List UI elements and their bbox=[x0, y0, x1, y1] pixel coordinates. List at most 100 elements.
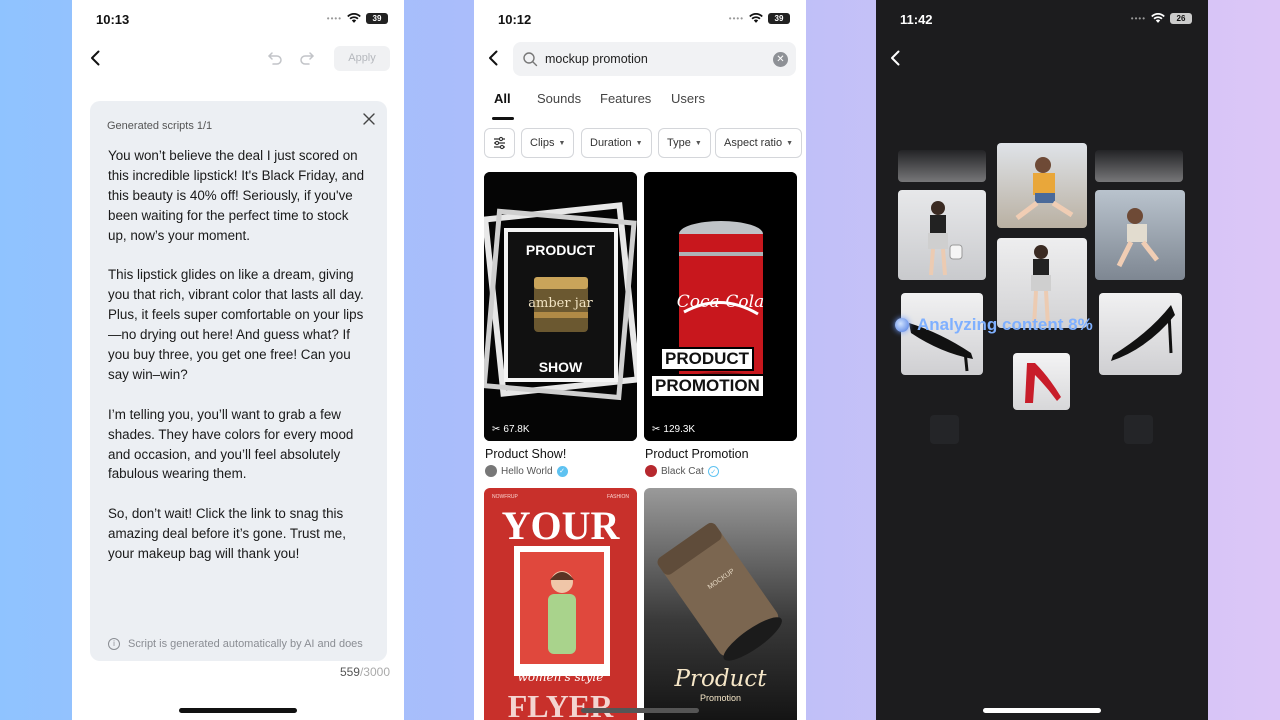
script-paragraph: You won’t believe the deal I just scored… bbox=[108, 148, 365, 243]
undo-icon[interactable] bbox=[267, 50, 283, 66]
redo-icon[interactable] bbox=[299, 50, 315, 66]
photo-thumbnail-art bbox=[1025, 363, 1061, 403]
photo-thumbnail-art bbox=[1015, 157, 1074, 220]
caret-down-icon: ▼ bbox=[558, 140, 566, 147]
thumb-can-label: Coca-Cola bbox=[676, 292, 765, 312]
disclaimer-text: Script is generated automatically by AI … bbox=[128, 638, 363, 650]
apply-button[interactable]: Apply bbox=[334, 46, 390, 71]
thumb-headline: YOUR bbox=[501, 503, 620, 548]
info-icon: i bbox=[108, 638, 120, 650]
battery-icon: 39 bbox=[366, 13, 388, 24]
usage-count-value: 129.3K bbox=[663, 424, 696, 435]
template-title: Product Show! bbox=[485, 447, 567, 461]
scissors-icon: ✂ bbox=[492, 424, 501, 435]
template-thumbnail: PRODUCT amber jar SHOW ✂ 67.8K bbox=[484, 172, 637, 441]
template-author: Black Cat ✓ bbox=[645, 465, 719, 477]
status-bar: 10:12 •••• 39 bbox=[474, 0, 806, 40]
ai-disclaimer: i Script is generated automatically by A… bbox=[108, 638, 363, 650]
filter-aspect-ratio[interactable]: Aspect ratio ▼ bbox=[715, 128, 803, 158]
tab-sounds[interactable]: Sounds bbox=[537, 91, 581, 106]
scissors-icon: ✂ bbox=[652, 424, 661, 435]
analyzing-screen: 11:42 •••• 26 Analyzing content 8% bbox=[876, 0, 1208, 720]
search-input[interactable]: mockup promotion ✕ bbox=[513, 42, 796, 76]
thumb-tiny-left: NOWFRUP bbox=[492, 494, 518, 500]
filter-duration[interactable]: Duration ▼ bbox=[581, 128, 652, 158]
status-time: 10:13 bbox=[96, 12, 130, 27]
photo-thumbnail bbox=[1124, 415, 1153, 444]
script-text[interactable]: You won’t believe the deal I just scored… bbox=[108, 146, 370, 584]
photo-thumbnail bbox=[898, 190, 986, 280]
avatar bbox=[485, 465, 497, 477]
thumb-headline: Product bbox=[674, 666, 767, 692]
character-count: 559/3000 bbox=[340, 665, 390, 679]
filter-type-label: Type bbox=[667, 137, 691, 149]
tab-users[interactable]: Users bbox=[671, 91, 705, 106]
template-card-product-promotion-cup[interactable]: MOCKUP Product Promotion bbox=[644, 488, 797, 720]
signal-icon: •••• bbox=[326, 14, 342, 23]
template-thumbnail: NOWFRUP FASHION YOUR women's style FLYER bbox=[484, 488, 637, 720]
script-paragraph: This lipstick glides on like a dream, gi… bbox=[108, 267, 364, 382]
signal-icon: •••• bbox=[728, 14, 744, 23]
thumb-tiny-right: FASHION bbox=[607, 494, 629, 500]
photo-thumbnail-art bbox=[1116, 208, 1159, 268]
thumb-headline: PRODUCT bbox=[660, 347, 755, 371]
thumb-jar-label: amber jar bbox=[528, 296, 593, 311]
template-author: Hello World ✓ bbox=[485, 465, 568, 477]
avatar bbox=[645, 465, 657, 477]
photo-thumbnail bbox=[930, 415, 959, 444]
wifi-icon bbox=[347, 13, 361, 23]
script-card-header: Generated scripts 1/1 bbox=[107, 120, 213, 132]
media-preview-collage bbox=[876, 0, 1208, 720]
home-indicator bbox=[179, 708, 297, 713]
back-chevron-icon[interactable] bbox=[86, 48, 106, 68]
filter-settings-button[interactable] bbox=[484, 128, 515, 158]
tab-features[interactable]: Features bbox=[600, 91, 651, 106]
clear-search-icon[interactable]: ✕ bbox=[773, 52, 788, 67]
char-count-current: 559 bbox=[339, 665, 360, 679]
tab-all[interactable]: All bbox=[494, 91, 511, 106]
status-bar: 10:13 •••• 39 bbox=[72, 0, 404, 40]
template-card-product-promotion[interactable]: Coca-Cola PRODUCT PROMOTION ✂ 129.3K Pro… bbox=[644, 172, 797, 482]
photo-thumbnail bbox=[898, 150, 986, 182]
generated-script-card: Generated scripts 1/1 You won’t believe … bbox=[90, 101, 387, 661]
caret-down-icon: ▼ bbox=[786, 140, 794, 147]
script-editor-screen: 10:13 •••• 39 Apply Generated scripts 1/… bbox=[72, 0, 404, 720]
photo-thumbnail bbox=[1099, 293, 1182, 375]
caret-down-icon: ▼ bbox=[694, 140, 702, 147]
template-title: Product Promotion bbox=[645, 447, 749, 461]
wifi-icon bbox=[749, 13, 763, 23]
analyzing-progress: Analyzing content 8% bbox=[895, 315, 1093, 335]
template-thumbnail: MOCKUP Product Promotion bbox=[644, 488, 797, 720]
thumb-headline: PRODUCT bbox=[525, 242, 596, 258]
home-indicator bbox=[581, 708, 699, 713]
close-icon[interactable] bbox=[362, 112, 376, 126]
search-tabs: All Sounds Features Users bbox=[474, 91, 806, 121]
thumb-script-text: women's style bbox=[517, 670, 604, 684]
template-card-your-flyer[interactable]: NOWFRUP FASHION YOUR women's style FLYER bbox=[484, 488, 637, 720]
thumb-subline: Promotion bbox=[699, 693, 742, 703]
photo-thumbnail-art bbox=[1111, 305, 1175, 361]
filter-type[interactable]: Type ▼ bbox=[658, 128, 711, 158]
template-card-product-show[interactable]: PRODUCT amber jar SHOW ✂ 67.8K Product S… bbox=[484, 172, 637, 482]
home-indicator bbox=[983, 708, 1101, 713]
battery-icon: 39 bbox=[768, 13, 790, 24]
active-tab-indicator bbox=[492, 117, 514, 120]
usage-count-value: 67.8K bbox=[503, 424, 530, 435]
photo-thumbnail bbox=[1095, 150, 1183, 182]
author-name: Black Cat bbox=[661, 465, 704, 477]
script-paragraph: I’m telling you, you’ll want to grab a f… bbox=[108, 406, 354, 482]
photo-thumbnail bbox=[1095, 190, 1185, 280]
usage-count: ✂ 67.8K bbox=[492, 424, 530, 435]
sliders-icon bbox=[494, 136, 505, 150]
progress-orb-icon bbox=[895, 318, 909, 332]
script-paragraph: So, don’t wait! Click the link to snag t… bbox=[108, 506, 346, 562]
filter-clips[interactable]: Clips ▼ bbox=[521, 128, 575, 158]
status-time: 10:12 bbox=[498, 12, 532, 27]
search-query: mockup promotion bbox=[545, 52, 648, 66]
author-name: Hello World bbox=[501, 465, 553, 477]
photo-thumbnail-art bbox=[928, 201, 963, 276]
back-chevron-icon[interactable] bbox=[484, 48, 504, 68]
photo-thumbnail bbox=[997, 143, 1087, 228]
search-results-screen: 10:12 •••• 39 mockup promotion ✕ All Sou… bbox=[474, 0, 806, 720]
model-photo bbox=[514, 546, 610, 676]
